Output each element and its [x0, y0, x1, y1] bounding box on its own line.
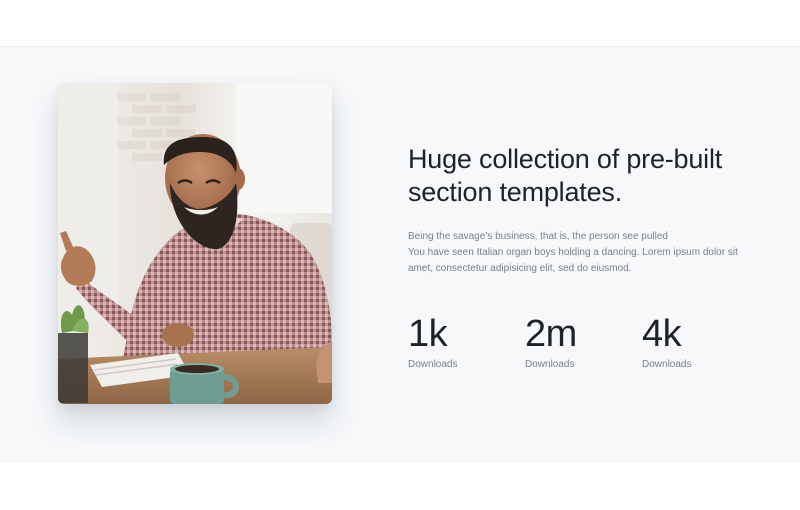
feature-photo — [58, 83, 332, 404]
section-heading: Huge collection of pre-built section tem… — [408, 143, 768, 209]
bottom-spacer — [0, 463, 800, 510]
heading-line-1: Huge collection of pre-built — [408, 144, 723, 174]
heading-line-2: section templates. — [408, 177, 623, 207]
stat-item: 1k Downloads — [408, 312, 508, 372]
top-spacer — [0, 0, 800, 46]
description-line-2: You have seen Italian organ boys holding… — [408, 247, 738, 258]
stat-label: Downloads — [408, 359, 458, 370]
section-description: Being the savage’s business, that is, th… — [408, 229, 758, 277]
photo-illustration — [58, 83, 332, 404]
stat-label: Downloads — [525, 359, 575, 370]
stat-item: 2m Downloads — [525, 312, 625, 372]
stat-value: 4k — [642, 313, 682, 355]
stats-row: 1k Downloads 2m Downloads 4k Downloads — [408, 312, 758, 382]
stat-value: 2m — [525, 313, 577, 355]
stat-label: Downloads — [642, 359, 692, 370]
description-line-3: amet, consectetur adipisicing elit, sed … — [408, 263, 632, 274]
stat-item: 4k Downloads — [642, 312, 742, 372]
description-line-1: Being the savage’s business, that is, th… — [408, 231, 668, 242]
stat-value: 1k — [408, 313, 448, 355]
